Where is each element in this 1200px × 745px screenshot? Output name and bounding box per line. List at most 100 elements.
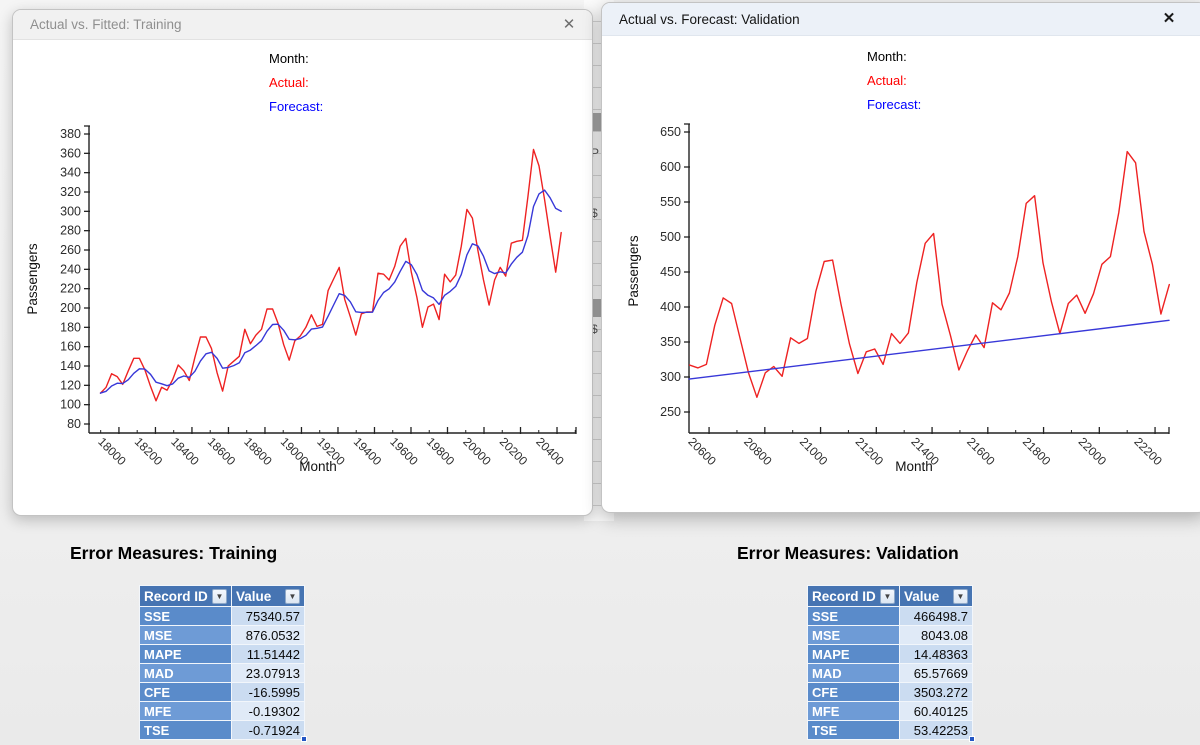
svg-text:260: 260 (60, 243, 81, 257)
svg-text:600: 600 (660, 160, 681, 174)
table-row: MAPE 14.48363 (807, 644, 973, 664)
svg-text:21800: 21800 (1020, 435, 1054, 469)
svg-text:550: 550 (660, 195, 681, 209)
svg-text:380: 380 (60, 127, 81, 141)
table-row: MAPE 11.51442 (139, 644, 305, 664)
svg-text:18200: 18200 (132, 435, 166, 469)
value-cell: 65.57669 (899, 663, 973, 683)
svg-text:650: 650 (660, 125, 681, 139)
validation-close-button[interactable]: ✕ (1156, 7, 1182, 31)
actual-line (688, 150, 1170, 398)
error-table-training: Record ID ▼ Value ▼ SSE 75340.57 MSE 876.0532 MA… (139, 585, 307, 742)
svg-text:22200: 22200 (1131, 435, 1165, 469)
error-table-validation: Record ID ▼ Value ▼ SSE 466498.7 MSE 8043.08 MAP… (807, 585, 975, 742)
record-id-cell: TSE (807, 720, 900, 740)
svg-text:450: 450 (660, 265, 681, 279)
svg-text:20400: 20400 (533, 435, 567, 469)
filter-dropdown-icon[interactable]: ▼ (212, 588, 227, 604)
fill-handle[interactable] (969, 736, 975, 742)
record-id-cell: SSE (139, 606, 232, 626)
value-cell: 8043.08 (899, 625, 973, 645)
table-row: MFE 60.40125 (807, 701, 973, 721)
value-cell: 466498.7 (899, 606, 973, 626)
svg-text:100: 100 (60, 398, 81, 412)
record-id-cell: CFE (139, 682, 232, 702)
svg-text:360: 360 (60, 146, 81, 160)
svg-text:220: 220 (60, 282, 81, 296)
table-row: MAD 23.07913 (139, 663, 305, 683)
training-close-button[interactable]: ✕ (556, 13, 582, 37)
table-row: MSE 8043.08 (807, 625, 973, 645)
value-cell: 14.48363 (899, 644, 973, 664)
close-icon: ✕ (562, 15, 576, 33)
svg-text:20000: 20000 (460, 435, 494, 469)
value-cell: 3503.272 (899, 682, 973, 702)
svg-text:280: 280 (60, 224, 81, 238)
record-id-cell: MSE (139, 625, 232, 645)
svg-text:18000: 18000 (95, 435, 129, 469)
svg-text:Passengers: Passengers (626, 235, 641, 307)
record-id-cell: SSE (807, 606, 900, 626)
training-window-titlebar[interactable]: Actual vs. Fitted: Training ✕ (13, 10, 592, 40)
record-id-cell: MAD (139, 663, 232, 683)
record-id-cell: CFE (807, 682, 900, 702)
svg-text:250: 250 (660, 405, 681, 419)
value-cell: 75340.57 (231, 606, 305, 626)
record-id-cell: MAPE (139, 644, 232, 664)
svg-text:400: 400 (660, 300, 681, 314)
forecast-line (688, 319, 1170, 380)
column-header-label: Record ID (812, 588, 876, 604)
validation-window-title: Actual vs. Forecast: Validation (619, 11, 800, 27)
svg-text:Month: Month (299, 459, 337, 474)
svg-text:18400: 18400 (168, 435, 202, 469)
table-row: SSE 75340.57 (139, 606, 305, 626)
record-id-cell: MSE (807, 625, 900, 645)
table-row: MSE 876.0532 (139, 625, 305, 645)
svg-text:320: 320 (60, 185, 81, 199)
svg-text:19600: 19600 (387, 435, 421, 469)
svg-text:21200: 21200 (853, 435, 887, 469)
svg-text:140: 140 (60, 359, 81, 373)
filter-dropdown-icon[interactable]: ▼ (953, 588, 968, 604)
window-validation: Actual vs. Forecast: Validation ✕ Month:… (601, 2, 1200, 513)
value-cell: -0.19302 (231, 701, 305, 721)
window-training: Actual vs. Fitted: Training ✕ Month: Act… (12, 9, 593, 516)
filter-dropdown-icon[interactable]: ▼ (285, 588, 300, 604)
validation-error-heading: Error Measures: Validation (737, 543, 959, 563)
value-cell: 11.51442 (231, 644, 305, 664)
table-row: TSE 53.42253 (807, 720, 973, 740)
record-id-cell: MFE (807, 701, 900, 721)
filter-dropdown-icon[interactable]: ▼ (880, 588, 895, 604)
svg-text:19400: 19400 (351, 435, 385, 469)
training-error-heading: Error Measures: Training (70, 543, 278, 563)
svg-text:19800: 19800 (424, 435, 458, 469)
value-cell: -0.71924 (231, 720, 305, 740)
column-header-label: Record ID (144, 588, 208, 604)
svg-text:160: 160 (60, 340, 81, 354)
training-window-title: Actual vs. Fitted: Training (30, 17, 182, 32)
validation-window-titlebar[interactable]: Actual vs. Forecast: Validation ✕ (602, 3, 1200, 36)
svg-text:20800: 20800 (741, 435, 775, 469)
training-chart: 80 100 120 140 160 180 200 220 240 260 280 300 320 34… (25, 125, 577, 474)
table-row: TSE -0.71924 (139, 720, 305, 740)
svg-text:240: 240 (60, 262, 81, 276)
svg-text:80: 80 (67, 417, 81, 431)
table-row: MAD 65.57669 (807, 663, 973, 683)
svg-text:120: 120 (60, 378, 81, 392)
svg-text:300: 300 (660, 370, 681, 384)
table-row: SSE 466498.7 (807, 606, 973, 626)
column-header-value: Value ▼ (231, 585, 305, 607)
svg-text:340: 340 (60, 166, 81, 180)
svg-text:350: 350 (660, 335, 681, 349)
column-header-record-id: Record ID ▼ (807, 585, 900, 607)
svg-text:18600: 18600 (205, 435, 239, 469)
value-cell: 876.0532 (231, 625, 305, 645)
fill-handle[interactable] (301, 736, 307, 742)
svg-text:22000: 22000 (1076, 435, 1110, 469)
svg-text:18800: 18800 (241, 435, 275, 469)
svg-text:20600: 20600 (685, 435, 719, 469)
column-header-label: Value (236, 588, 272, 604)
table-row: MFE -0.19302 (139, 701, 305, 721)
svg-text:21000: 21000 (797, 435, 831, 469)
svg-text:Passengers: Passengers (25, 243, 40, 315)
